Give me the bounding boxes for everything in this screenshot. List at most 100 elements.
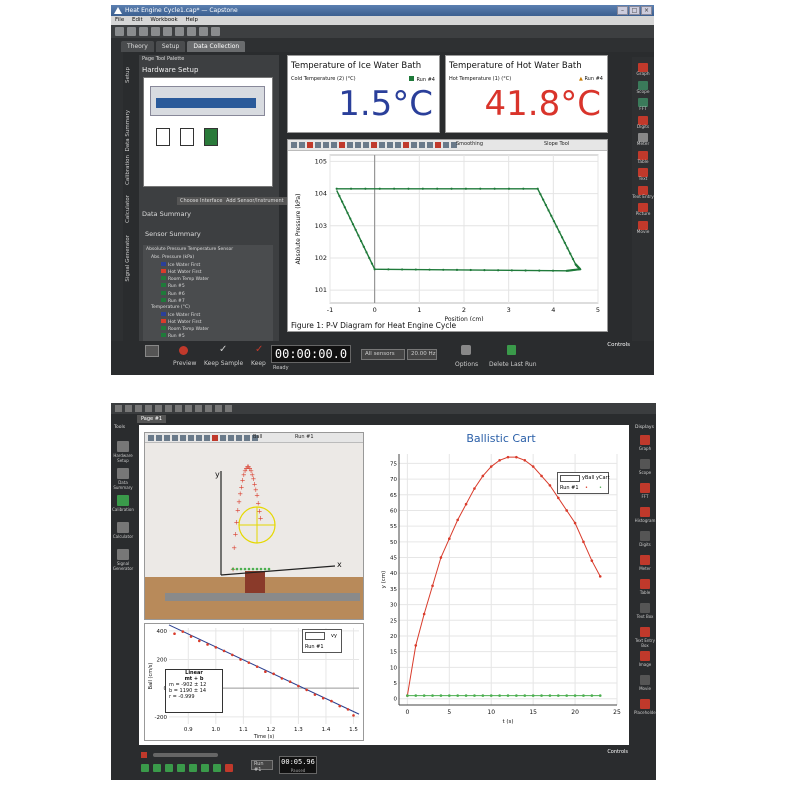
sensor-tree-row[interactable]: Room Temp Water xyxy=(161,326,209,332)
video-tool-icon[interactable] xyxy=(156,435,162,441)
options-icon[interactable] xyxy=(461,345,471,355)
copy-icon[interactable] xyxy=(175,27,184,36)
step-back-icon[interactable] xyxy=(153,764,161,772)
toolbar-icon[interactable] xyxy=(195,405,202,412)
preview-button[interactable]: Preview xyxy=(173,360,196,367)
preview-icon[interactable] xyxy=(179,346,188,355)
delta-icon[interactable] xyxy=(411,142,417,148)
last-frame-icon[interactable] xyxy=(201,764,209,772)
sensor-tree-row[interactable]: Hot Water First xyxy=(161,269,202,275)
table-icon[interactable] xyxy=(638,150,648,160)
movie-icon[interactable] xyxy=(638,220,648,230)
keep-icon[interactable]: ✓ xyxy=(255,344,263,355)
text-box-icon[interactable] xyxy=(640,603,650,613)
signal-generator-icon[interactable] xyxy=(117,549,129,560)
close-icon[interactable]: × xyxy=(641,6,652,15)
scope-icon[interactable] xyxy=(640,459,650,469)
menu-workbook[interactable]: Workbook xyxy=(150,17,177,23)
calculator-icon[interactable] xyxy=(117,522,129,533)
save-icon[interactable] xyxy=(139,27,148,36)
legend-icon[interactable] xyxy=(371,142,377,148)
video-tool-icon[interactable] xyxy=(188,435,194,441)
video-tool-icon[interactable] xyxy=(236,435,242,441)
pv-graph-display[interactable]: Smoothing Slope Tool -1 0 1 2 3 4 5 101 102 103 10… xyxy=(287,139,608,332)
first-frame-icon[interactable] xyxy=(141,764,149,772)
table-icon[interactable] xyxy=(640,579,650,589)
toolbar-icon[interactable] xyxy=(135,405,142,412)
video-tool-icon[interactable] xyxy=(148,435,154,441)
vtab-calculator[interactable]: Calculator xyxy=(125,195,131,223)
toolbar-icon[interactable] xyxy=(175,405,182,412)
prev-icon[interactable] xyxy=(419,142,425,148)
toolbar-icon[interactable] xyxy=(185,405,192,412)
choose-interface-button[interactable]: Choose Interface xyxy=(177,197,226,205)
placeholder-icon[interactable] xyxy=(640,699,650,709)
toolbar-icon[interactable] xyxy=(145,405,152,412)
ball-selector[interactable]: Ball xyxy=(253,434,262,440)
toolbar-icon[interactable] xyxy=(225,405,232,412)
menu-file[interactable]: File xyxy=(115,17,124,23)
tag-icon[interactable] xyxy=(435,142,441,148)
playback-slider[interactable] xyxy=(153,753,218,757)
movie-icon[interactable] xyxy=(640,675,650,685)
add-plot-icon[interactable] xyxy=(443,142,449,148)
stop-icon[interactable] xyxy=(141,752,147,758)
add-axis-icon[interactable] xyxy=(363,142,369,148)
delete-icon[interactable] xyxy=(331,142,337,148)
controls-toggle-icon[interactable] xyxy=(145,345,159,357)
video-tool-icon[interactable] xyxy=(212,435,218,441)
tab-page-1[interactable]: Page #1 xyxy=(137,415,167,423)
graph-icon[interactable] xyxy=(638,63,648,72)
minimize-icon[interactable]: – xyxy=(617,6,628,15)
statistics-icon[interactable] xyxy=(387,142,393,148)
image-icon[interactable] xyxy=(640,651,650,661)
scope-icon[interactable] xyxy=(638,80,648,90)
sensor-tree-row[interactable]: Ice Water First xyxy=(161,311,200,318)
hot-digits-display[interactable]: Temperature of Hot Water Bath Hot Temper… xyxy=(445,55,608,133)
highlight-icon[interactable] xyxy=(323,142,329,148)
open-file-icon[interactable] xyxy=(127,27,136,36)
vtab-data-summary[interactable]: Data Summary xyxy=(125,110,131,151)
toolbar-icon[interactable] xyxy=(155,405,162,412)
text-icon[interactable] xyxy=(638,168,648,177)
record-icon[interactable] xyxy=(225,764,233,772)
delete-last-run-button[interactable]: Delete Last Run xyxy=(489,361,537,368)
digits-icon[interactable] xyxy=(640,531,650,541)
scale-to-fit-icon[interactable] xyxy=(291,142,297,148)
sensor-select[interactable]: All sensors xyxy=(361,349,405,360)
video-tool-icon[interactable] xyxy=(164,435,170,441)
menu-edit[interactable]: Edit xyxy=(132,17,143,23)
play-back-icon[interactable] xyxy=(165,764,173,772)
sensor-tree-row[interactable]: Temperature (°C) xyxy=(151,305,190,310)
digits-icon[interactable] xyxy=(638,115,648,125)
meter-icon[interactable] xyxy=(640,555,650,565)
sensor-tree-row[interactable]: Run #7 xyxy=(161,297,185,304)
smoothing-control[interactable]: Smoothing xyxy=(456,141,483,147)
vtab-signal-generator[interactable]: Signal Generator xyxy=(125,235,131,282)
add-sensor-button[interactable]: Add Sensor/Instrument xyxy=(223,197,287,205)
sensor-tree-row[interactable]: Hot Water First xyxy=(161,318,202,325)
undo-icon[interactable] xyxy=(199,27,208,36)
print-icon[interactable] xyxy=(151,27,160,36)
next-icon[interactable] xyxy=(427,142,433,148)
play-icon[interactable] xyxy=(177,764,185,772)
loop-icon[interactable] xyxy=(213,764,221,772)
area-icon[interactable] xyxy=(395,142,401,148)
meter-icon[interactable] xyxy=(638,133,648,142)
video-tool-icon[interactable] xyxy=(228,435,234,441)
keep-button[interactable]: Keep xyxy=(251,360,266,367)
picture-icon[interactable] xyxy=(638,203,648,212)
zoom-icon[interactable] xyxy=(299,142,305,148)
redo-icon[interactable] xyxy=(211,27,220,36)
cold-digits-display[interactable]: Temperature of Ice Water Bath Cold Tempe… xyxy=(287,55,440,133)
video-tool-icon[interactable] xyxy=(220,435,226,441)
new-file-icon[interactable] xyxy=(115,27,124,36)
graph-icon[interactable] xyxy=(640,435,650,445)
tab-data-collection[interactable]: Data Collection xyxy=(187,41,246,52)
vtab-calibration[interactable]: Calibration xyxy=(125,155,131,185)
fft-icon[interactable] xyxy=(638,98,648,107)
data-summary-icon[interactable] xyxy=(117,468,129,479)
text-entry-icon[interactable] xyxy=(638,185,648,195)
maximize-icon[interactable]: □ xyxy=(629,6,640,15)
video-tool-icon[interactable] xyxy=(244,435,250,441)
